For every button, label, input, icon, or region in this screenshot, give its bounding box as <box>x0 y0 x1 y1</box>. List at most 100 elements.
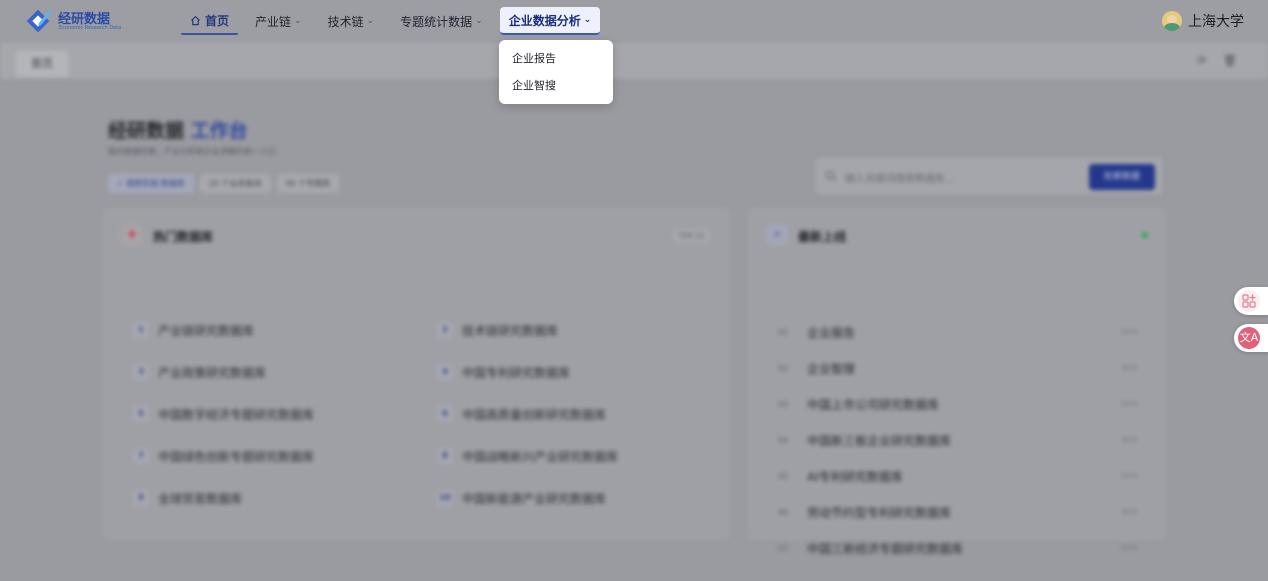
item-index: 02 <box>778 363 789 373</box>
database-name: 企业报告 <box>807 325 856 340</box>
rank-number: 6 <box>437 406 453 422</box>
chevron-down-icon: ⌄ <box>583 15 592 25</box>
list-item[interactable]: 7 中国绿色创新专题研究数据库 <box>133 447 314 465</box>
refresh-icon[interactable]: ⟳ <box>1194 53 1210 69</box>
status-dot <box>1142 232 1148 238</box>
chevron-down-icon: ⌄ <box>475 16 483 26</box>
latest-databases-card: ⚡ 最新上线 01 企业报告 NEW 02 企业智搜 NEW 03 中国上市公司… <box>748 208 1166 556</box>
database-name: 中国高质量创新研究数据库 <box>462 407 607 422</box>
rank-number: 2 <box>437 322 453 338</box>
item-index: 04 <box>778 435 789 445</box>
list-item[interactable]: 03 中国上市公司研究数据库 NEW <box>778 395 1138 413</box>
new-badge: NEW <box>1121 544 1138 552</box>
database-name: 中国新能源产业研究数据库 <box>462 491 607 506</box>
dropdown-item-enterprise-search[interactable]: 企业智搜 <box>499 78 613 105</box>
list-item[interactable]: 4 中国专利研究数据库 <box>437 363 570 381</box>
tab-tools: ⟳ 🗑 <box>1182 53 1238 69</box>
user-name: 上海大学 <box>1188 14 1244 30</box>
list-item[interactable]: 10 中国新能源产业研究数据库 <box>437 489 606 507</box>
hot-databases-card: ♦ 热门数据库 TOP 10 1 产业链研究数据库 2 技术链研究数据库 3 产… <box>103 208 730 540</box>
nav-item-label: 技术链 <box>327 14 364 29</box>
list-item[interactable]: 07 中国三新经济专题研究数据库 NEW <box>778 539 1138 557</box>
nav-item-label: 首页 <box>205 13 230 28</box>
lightning-icon: ⚡ <box>766 224 788 246</box>
database-name: 中国战略新兴产业研究数据库 <box>462 449 619 464</box>
chevron-down-icon: ⌄ <box>366 16 375 26</box>
database-name: 劳动节约型专利研究数据库 <box>807 505 952 520</box>
list-item[interactable]: 6 中国高质量创新研究数据库 <box>437 405 606 423</box>
list-item[interactable]: 9 全球贸易数据库 <box>133 489 242 507</box>
trash-icon[interactable]: 🗑 <box>1222 53 1238 69</box>
page-content-overlay: 首页 ⟳ 🗑 经研数据 工作台 面向数据检索、产业分析和企业洞察的统一入口 ✓ … <box>0 42 1268 581</box>
item-index: 03 <box>778 399 789 409</box>
card-title: 最新上线 <box>798 230 847 244</box>
brand-logo[interactable]: 经研数据 Economic Research Data <box>26 6 126 36</box>
enterprise-analysis-dropdown: 企业报告 企业智搜 <box>499 40 613 104</box>
apps-button[interactable] <box>1234 287 1268 315</box>
new-badge: NEW <box>1121 508 1138 516</box>
flame-icon: ♦ <box>121 224 143 246</box>
database-name: 中国新三板企业研究数据库 <box>807 433 952 448</box>
page-title: 经研数据 工作台 <box>108 116 248 143</box>
rank-number: 3 <box>133 364 149 380</box>
page-subtitle: 面向数据检索、产业分析和企业洞察的统一入口 <box>108 147 276 156</box>
nav-item-home[interactable]: 首页 <box>181 7 239 35</box>
list-item[interactable]: 1 产业链研究数据库 <box>133 321 254 339</box>
user-menu[interactable]: 上海大学 <box>1162 9 1244 33</box>
item-index: 05 <box>778 471 789 481</box>
dropdown-item-enterprise-report[interactable]: 企业报告 <box>499 51 613 78</box>
nav-item-tech-chain[interactable]: 技术链 ⌄ <box>319 7 384 35</box>
new-badge: NEW <box>1121 436 1138 444</box>
list-item[interactable]: 8 中国战略新兴产业研究数据库 <box>437 447 618 465</box>
nav-item-label: 专题统计数据 <box>400 14 473 29</box>
item-index: 01 <box>778 327 789 337</box>
rank-number: 7 <box>133 448 149 464</box>
translate-button[interactable]: 文A <box>1234 324 1268 352</box>
database-name: 中国上市公司研究数据库 <box>807 397 940 412</box>
nav-item-thematic-statistics[interactable]: 专题统计数据 ⌄ <box>391 7 492 35</box>
search-input[interactable]: 输入关键词搜索数据库... <box>845 170 955 185</box>
main-nav: 首页 产业链 ⌄ 技术链 ⌄ 专题统计数据 ⌄ 企业数据分析 ⌄ <box>181 7 608 35</box>
rank-number: 1 <box>133 322 149 338</box>
stat-chip: ✓ 按照实践 数据库 <box>108 174 194 193</box>
database-name: 中国三新经济专题研究数据库 <box>807 541 964 556</box>
avatar <box>1162 11 1182 31</box>
list-item[interactable]: 5 中国数字经济专题研究数据库 <box>133 405 314 423</box>
list-item[interactable]: 05 AI专利研究数据库 NEW <box>778 467 1138 485</box>
rank-number: 5 <box>133 406 149 422</box>
translate-icon: 文A <box>1238 327 1260 349</box>
database-name: 产业链研究数据库 <box>158 323 255 338</box>
list-item[interactable]: 01 企业报告 NEW <box>778 323 1138 341</box>
tab-strip: 首页 ⟳ 🗑 <box>0 42 1268 80</box>
top-badge: TOP 10 <box>672 229 710 243</box>
nav-item-label: 企业数据分析 <box>508 13 581 28</box>
search-icon <box>825 170 837 182</box>
tab-home[interactable]: 首页 <box>16 51 68 77</box>
new-badge: NEW <box>1121 400 1138 408</box>
nav-item-industry-chain[interactable]: 产业链 ⌄ <box>246 7 311 35</box>
list-item[interactable]: 3 产业政策研究数据库 <box>133 363 266 381</box>
database-name: 中国绿色创新专题研究数据库 <box>158 449 315 464</box>
stat-chips: ✓ 按照实践 数据库 20 个业务板块 46 个专题库 <box>108 174 345 193</box>
rank-number: 9 <box>133 490 149 506</box>
nav-item-enterprise-analysis[interactable]: 企业数据分析 ⌄ <box>499 7 601 35</box>
database-search: 输入关键词搜索数据库... 检索数据 <box>814 156 1164 196</box>
list-item[interactable]: 04 中国新三板企业研究数据库 NEW <box>778 431 1138 449</box>
apps-plus-icon <box>1238 290 1260 312</box>
page-title-main: 经研数据 <box>108 120 185 142</box>
database-name: AI专利研究数据库 <box>807 469 903 484</box>
list-item[interactable]: 2 技术链研究数据库 <box>437 321 558 339</box>
database-name: 中国专利研究数据库 <box>462 365 571 380</box>
list-item[interactable]: 06 劳动节约型专利研究数据库 NEW <box>778 503 1138 521</box>
rank-number: 4 <box>437 364 453 380</box>
list-item[interactable]: 02 企业智搜 NEW <box>778 359 1138 377</box>
page-title-highlight: 工作台 <box>190 120 248 142</box>
logo-icon <box>26 9 52 33</box>
new-badge: NEW <box>1121 328 1138 336</box>
rank-number: 8 <box>437 448 453 464</box>
database-name: 企业智搜 <box>807 361 856 376</box>
search-button[interactable]: 检索数据 <box>1089 164 1155 190</box>
chevron-down-icon: ⌄ <box>294 16 302 26</box>
database-name: 产业政策研究数据库 <box>158 365 267 380</box>
top-navigation-bar: 经研数据 Economic Research Data 首页 产业链 ⌄ 技术链… <box>0 0 1268 42</box>
